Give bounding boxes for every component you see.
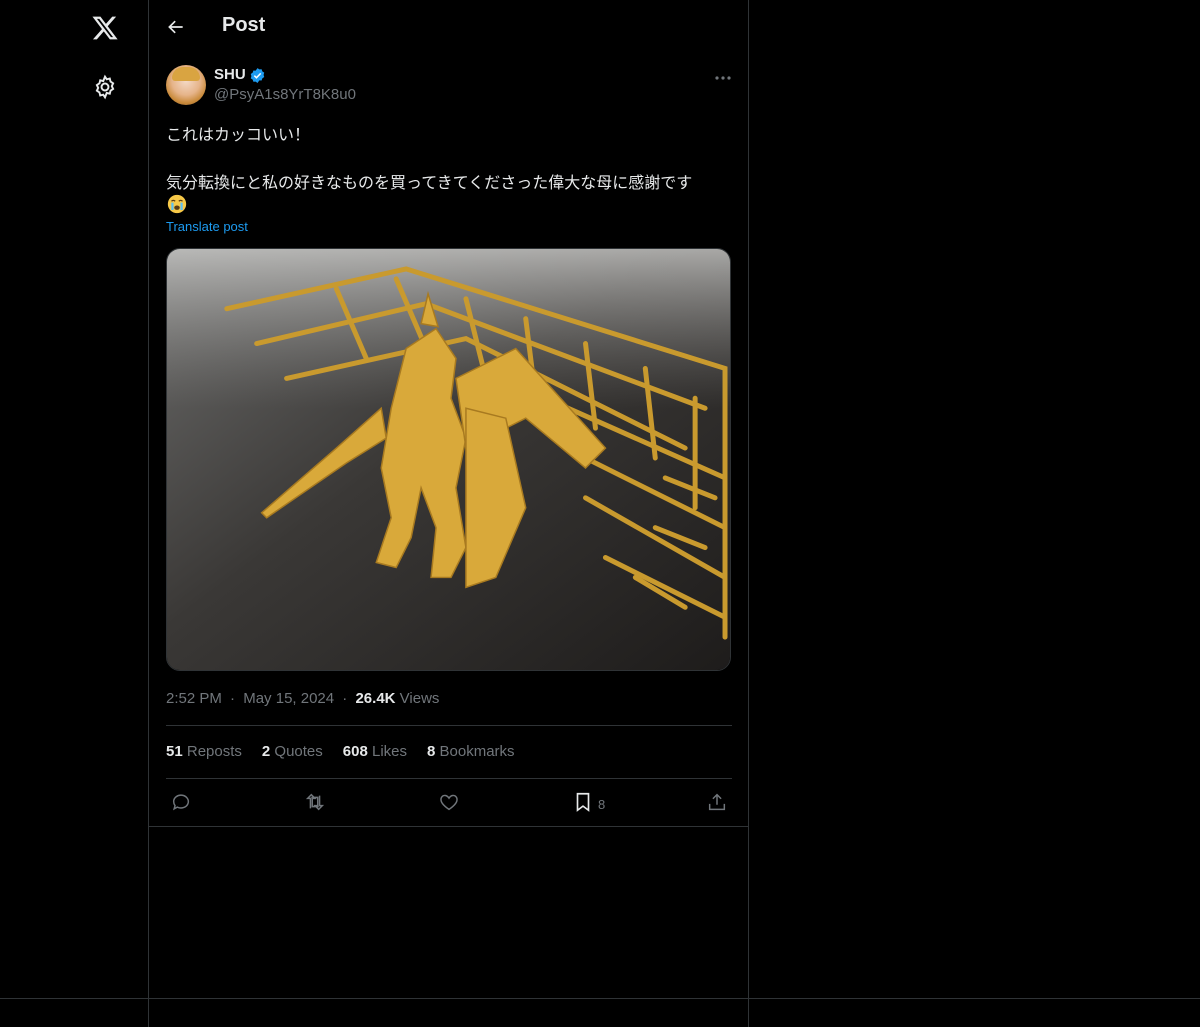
reposts-count: 51 — [166, 743, 183, 760]
bookmark-count: 8 — [598, 797, 606, 812]
post-meta: 2:52 PM · May 15, 2024 · 26.4K Views — [166, 690, 439, 707]
author-name[interactable]: SHU — [214, 66, 246, 83]
quotes-stat[interactable]: 2 Quotes — [262, 743, 323, 760]
verified-badge-icon[interactable] — [249, 67, 266, 84]
views-label: Views — [399, 690, 440, 707]
translate-post-link[interactable]: Translate post — [166, 219, 248, 234]
reposts-stat[interactable]: 51 Reposts — [166, 743, 242, 760]
likes-label: Likes — [371, 743, 408, 760]
x-logo-icon[interactable] — [91, 14, 119, 42]
more-options-icon[interactable] — [713, 70, 733, 80]
meta-separator: · — [342, 690, 348, 707]
main-column: Post SHU @PsyA1s8YrT8K8u0 これはカッコいい！ 気分転換… — [149, 0, 749, 1027]
views-count: 26.4K — [355, 690, 396, 707]
left-sidebar — [0, 0, 149, 1027]
likes-count: 608 — [342, 743, 368, 760]
divider — [166, 725, 732, 726]
quotes-count: 2 — [261, 743, 271, 760]
avatar[interactable] — [166, 65, 206, 105]
post-time[interactable]: 2:52 PM — [166, 690, 222, 707]
post-stats: 51 Reposts 2 Quotes 608 Likes 8 Bookmark… — [166, 743, 515, 760]
quotes-label: Quotes — [274, 743, 323, 760]
post-photo[interactable] — [166, 248, 731, 671]
bookmarks-count: 8 — [427, 743, 436, 760]
arrow-left-icon[interactable] — [166, 17, 186, 37]
post-text-line-2: 気分転換にと私の好きなものを買ってきてくださった偉大な母に感謝です — [166, 173, 693, 192]
crying-face-icon — [166, 193, 188, 215]
divider — [149, 826, 749, 827]
bookmarks-label: Bookmarks — [439, 743, 515, 760]
page-title: Post — [222, 14, 266, 36]
divider — [166, 778, 732, 779]
reply-icon[interactable] — [170, 791, 192, 813]
bottom-divider — [0, 998, 1200, 999]
share-icon[interactable] — [706, 791, 728, 813]
reposts-label: Reposts — [186, 743, 242, 760]
likes-stat[interactable]: 608 Likes — [343, 743, 407, 760]
repost-icon[interactable] — [304, 791, 326, 813]
bookmark-icon[interactable] — [572, 791, 594, 813]
post-date[interactable]: May 15, 2024 — [243, 690, 334, 707]
post-header: Post — [149, 0, 749, 54]
post-text-line-1: これはカッコいい！ — [166, 125, 311, 144]
bookmarks-stat[interactable]: 8 Bookmarks — [427, 743, 515, 760]
author-handle[interactable]: @PsyA1s8YrT8K8u0 — [214, 86, 356, 103]
meta-separator: · — [230, 690, 236, 707]
gear-icon[interactable] — [92, 74, 118, 100]
heart-icon[interactable] — [438, 791, 460, 813]
